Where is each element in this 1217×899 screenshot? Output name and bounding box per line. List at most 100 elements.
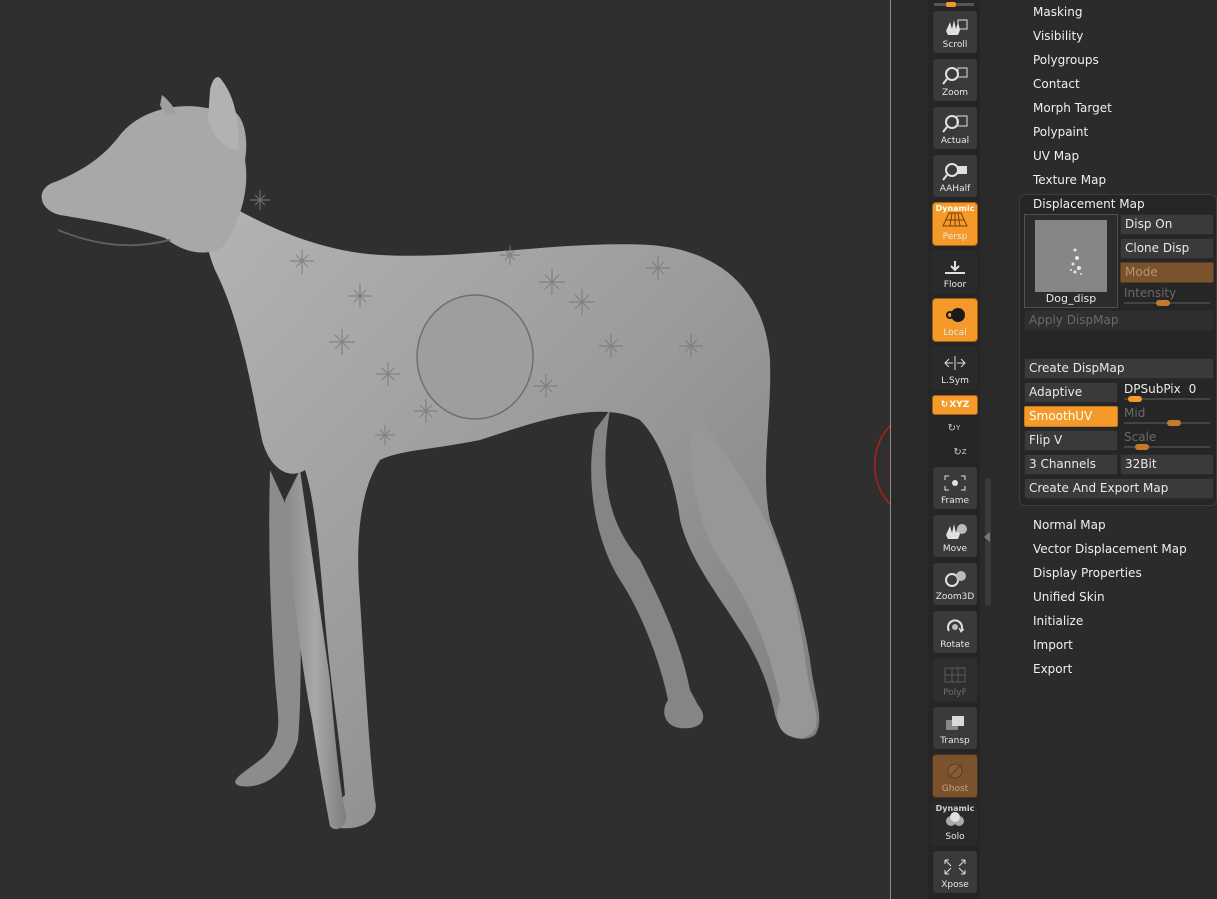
local-symmetry-icon: [941, 352, 969, 374]
dpsubpix-value: 0: [1188, 382, 1197, 396]
transp-label: Transp: [940, 736, 970, 746]
move-hand-icon: [941, 520, 969, 542]
floor-label: Floor: [943, 280, 967, 290]
solo-label: Solo: [945, 832, 965, 842]
persp-label: Persp: [942, 232, 968, 242]
xyz-symmetry-button[interactable]: ↻ XYZ: [932, 395, 978, 415]
menu-polypaint[interactable]: Polypaint: [1033, 123, 1088, 141]
solo-dynamic-badge: Dynamic: [935, 804, 975, 813]
aahalf-button[interactable]: AAHalf: [932, 154, 978, 198]
dpsubpix-knob[interactable]: [1127, 396, 1142, 402]
polyframe-grid-icon: [941, 664, 969, 686]
menu-contact[interactable]: Contact: [1033, 75, 1080, 93]
actual-button[interactable]: Actual: [932, 106, 978, 150]
z-axis-rotate-button[interactable]: ↻ Z: [952, 444, 968, 460]
y-axis-rotate-button[interactable]: ↻ Y: [946, 420, 962, 436]
dpsubpix-label: DPSubPix: [1124, 382, 1181, 396]
32bit-button[interactable]: 32Bit: [1120, 454, 1214, 475]
frame-button[interactable]: Frame: [932, 466, 978, 510]
move-button[interactable]: Move: [932, 514, 978, 558]
create-dispmap-button[interactable]: Create DispMap: [1024, 358, 1214, 379]
mode-button[interactable]: Mode: [1120, 262, 1214, 283]
disp-on-button[interactable]: Disp On: [1120, 214, 1214, 235]
intensity-slider[interactable]: Intensity: [1120, 286, 1214, 307]
ghost-button[interactable]: Ghost: [932, 754, 978, 798]
mid-slider[interactable]: Mid: [1120, 406, 1214, 427]
xpose-button[interactable]: Xpose: [932, 850, 978, 894]
local-transform-icon: [941, 304, 969, 326]
solo-button[interactable]: Dynamic Solo: [932, 802, 978, 846]
scale-knob[interactable]: [1134, 444, 1149, 450]
zoom-icon: [941, 64, 969, 86]
smoothuv-button[interactable]: SmoothUV: [1024, 406, 1118, 427]
persp-button[interactable]: Dynamic Persp: [932, 202, 978, 246]
zoom-label: Zoom: [942, 88, 968, 98]
rotate-icon: [941, 616, 969, 638]
polyf-label: PolyF: [943, 688, 967, 698]
clone-disp-button[interactable]: Clone Disp: [1120, 238, 1214, 259]
menu-uv-map[interactable]: UV Map: [1033, 147, 1079, 165]
menu-initialize[interactable]: Initialize: [1033, 612, 1083, 630]
scroll-label: Scroll: [942, 40, 968, 50]
scale-slider[interactable]: Scale: [1120, 430, 1214, 451]
xyz-rotate-icon: ↻: [940, 400, 949, 410]
displacement-thumbnail-label: Dog_disp: [1045, 292, 1097, 305]
frame-label: Frame: [940, 496, 970, 506]
shelf-scrollbar[interactable]: [985, 478, 991, 606]
collapse-arrow-icon[interactable]: [984, 532, 990, 542]
zoom3d-icon: [941, 568, 969, 590]
menu-polygroups[interactable]: Polygroups: [1033, 51, 1099, 69]
hand-scroll-icon: [941, 16, 969, 38]
menu-visibility[interactable]: Visibility: [1033, 27, 1083, 45]
frame-icon: [941, 472, 969, 494]
actual-size-icon: [941, 112, 969, 134]
floor-button[interactable]: Floor: [932, 250, 978, 294]
menu-texture-map[interactable]: Texture Map: [1033, 171, 1106, 189]
shelf-top-slider-knob[interactable]: [946, 2, 956, 7]
z-rotate-icon: ↻: [953, 446, 962, 458]
mid-label: Mid: [1124, 406, 1146, 420]
menu-unified-skin[interactable]: Unified Skin: [1033, 588, 1105, 606]
menu-masking[interactable]: Masking: [1033, 3, 1082, 21]
persp-dynamic-badge: Dynamic: [935, 204, 975, 213]
mid-knob[interactable]: [1167, 420, 1182, 426]
lsym-button[interactable]: L.Sym: [932, 346, 978, 390]
apply-dispmap-button[interactable]: Apply DispMap: [1024, 310, 1214, 331]
intensity-knob[interactable]: [1156, 300, 1171, 306]
menu-normal-map[interactable]: Normal Map: [1033, 516, 1106, 534]
flip-v-button[interactable]: Flip V: [1024, 430, 1118, 451]
dog-model[interactable]: [0, 0, 890, 899]
ghost-label: Ghost: [941, 784, 969, 794]
move-label: Move: [942, 544, 968, 554]
scroll-button[interactable]: Scroll: [932, 10, 978, 54]
polyf-button[interactable]: PolyF: [932, 658, 978, 702]
zoom3d-button[interactable]: Zoom3D: [932, 562, 978, 606]
local-button[interactable]: Local: [932, 298, 978, 342]
menu-vector-displacement-map[interactable]: Vector Displacement Map: [1033, 540, 1187, 558]
dpsubpix-slider[interactable]: DPSubPix 0: [1120, 382, 1214, 403]
ghost-icon: [941, 760, 969, 782]
xyz-label: XYZ: [949, 400, 970, 410]
transparency-icon: [941, 712, 969, 734]
menu-displacement-map[interactable]: Displacement Map: [1033, 195, 1145, 213]
menu-import[interactable]: Import: [1033, 636, 1073, 654]
displacement-map-image: [1035, 220, 1107, 292]
actual-label: Actual: [940, 136, 970, 146]
transp-button[interactable]: Transp: [932, 706, 978, 750]
xpose-icon: [941, 856, 969, 878]
y-rotate-icon: ↻: [947, 422, 957, 434]
floor-icon: [941, 256, 969, 278]
menu-morph-target[interactable]: Morph Target: [1033, 99, 1112, 117]
menu-export[interactable]: Export: [1033, 660, 1072, 678]
adaptive-button[interactable]: Adaptive: [1024, 382, 1118, 403]
three-channels-button[interactable]: 3 Channels: [1024, 454, 1118, 475]
intensity-label: Intensity: [1124, 286, 1177, 300]
3d-viewport[interactable]: [0, 0, 890, 899]
create-export-map-button[interactable]: Create And Export Map: [1024, 478, 1214, 499]
rotate-label: Rotate: [940, 640, 970, 650]
z-label: Z: [961, 448, 967, 456]
rotate-button[interactable]: Rotate: [932, 610, 978, 654]
zoom-button[interactable]: Zoom: [932, 58, 978, 102]
menu-display-properties[interactable]: Display Properties: [1033, 564, 1142, 582]
local-label: Local: [943, 328, 967, 338]
